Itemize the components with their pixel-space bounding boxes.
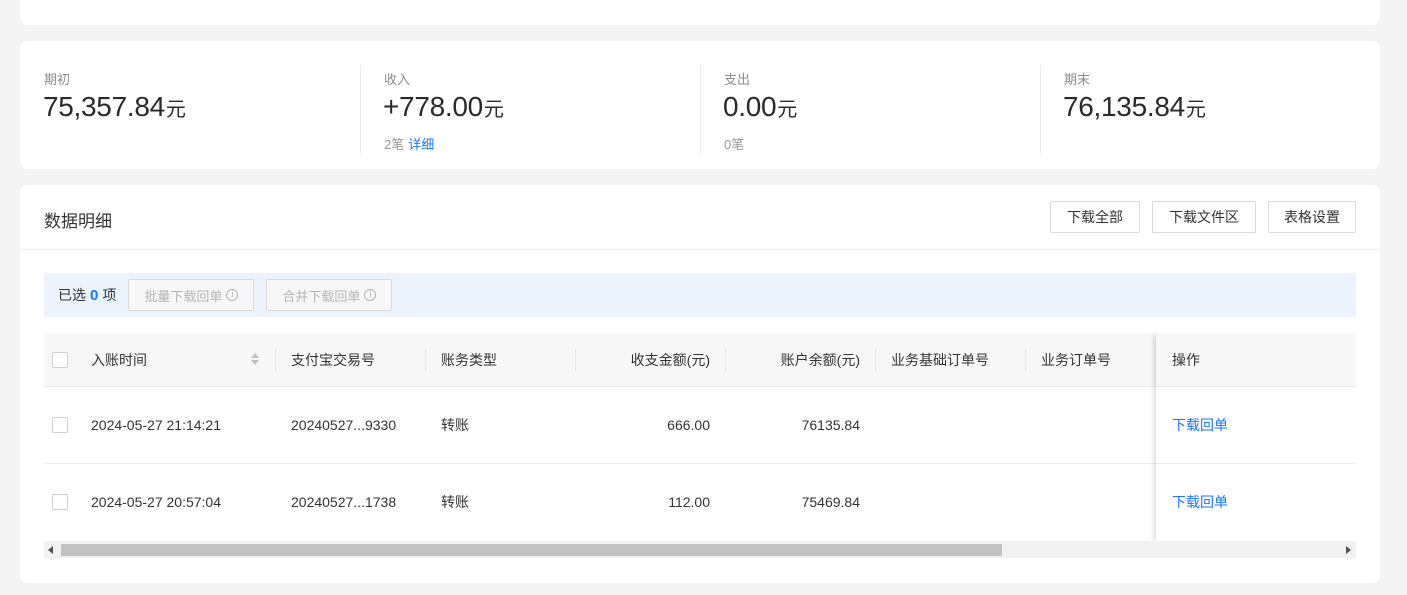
stat-value: 0.00 [723, 91, 777, 122]
action-cell: 下载回单 [1156, 464, 1356, 543]
stat-income: 收入 +778.00元 2笔 详细 [360, 41, 700, 169]
divider [1040, 65, 1041, 154]
selection-count: 0 [90, 286, 99, 304]
cell-balance: 76135.84 [801, 417, 860, 433]
stat-label: 收入 [384, 72, 411, 87]
column-separator[interactable] [875, 349, 876, 371]
detail-title: 数据明细 [44, 212, 112, 231]
merge-download-button[interactable]: 合并下载回单 i [266, 279, 393, 311]
column-header-trade-no: 支付宝交易号 [291, 352, 375, 368]
info-icon: i [226, 289, 239, 301]
batch-download-label: 批量下载回单 [144, 288, 223, 304]
scroll-right-icon[interactable] [1346, 546, 1351, 554]
stat-label: 支出 [724, 72, 751, 87]
transactions-table: 入账时间 支付宝交易号 账务类型 收支金额(元) 账户余额(元) 业务基础订单号… [44, 333, 1356, 543]
selection-bar: 已选 0 项 批量下载回单 i 合并下载回单 i [44, 273, 1356, 317]
summary-card: 期初 75,357.84元 收入 +778.00元 2笔 详细 支出 0.00元 … [20, 41, 1380, 169]
cell-trade-no: 20240527...1738 [291, 494, 397, 510]
top-card [20, 0, 1380, 25]
stat-value: 76,135.84 [1063, 91, 1185, 122]
row-checkbox[interactable] [52, 494, 68, 510]
download-area-button[interactable]: 下载文件区 [1152, 201, 1256, 233]
cell-amount: 112.00 [668, 494, 710, 510]
cell-time: 2024-05-27 21:14:21 [91, 417, 221, 433]
stat-count: 0笔 [724, 137, 745, 152]
download-receipt-link[interactable]: 下载回单 [1172, 494, 1228, 510]
info-icon: i [364, 289, 377, 301]
column-header-balance: 账户余额(元) [780, 352, 860, 368]
column-header-type: 账务类型 [441, 352, 497, 368]
stat-value: +778.00 [383, 91, 483, 122]
cell-trade-no: 20240527...9330 [291, 417, 397, 433]
cell-type: 转账 [441, 417, 469, 433]
horizontal-scrollbar[interactable] [44, 541, 1356, 558]
divider [20, 249, 1380, 250]
action-column: 操作 下载回单 下载回单 [1156, 333, 1356, 543]
column-separator[interactable] [425, 349, 426, 371]
stat-opening: 期初 75,357.84元 [20, 41, 360, 169]
cell-balance: 75469.84 [801, 494, 860, 510]
stat-unit: 元 [165, 99, 186, 121]
batch-download-button[interactable]: 批量下载回单 i [128, 279, 255, 311]
column-header-amount: 收支金额(元) [630, 352, 710, 368]
action-cell: 下载回单 [1156, 387, 1356, 464]
table-settings-button[interactable]: 表格设置 [1268, 201, 1356, 233]
stat-label: 期初 [44, 72, 71, 87]
column-header-time: 入账时间 [91, 352, 147, 368]
cell-type: 转账 [441, 494, 469, 510]
selection-suffix: 项 [102, 287, 117, 303]
download-receipt-link[interactable]: 下载回单 [1172, 417, 1228, 433]
select-all-checkbox[interactable] [52, 352, 68, 368]
scrollbar-thumb[interactable] [61, 544, 1002, 556]
income-detail-link[interactable]: 详细 [408, 137, 434, 152]
stat-unit: 元 [1185, 99, 1206, 121]
stat-count: 2笔 [384, 137, 405, 152]
cell-amount: 666.00 [667, 417, 710, 433]
divider [700, 65, 701, 154]
stat-unit: 元 [483, 99, 504, 121]
row-checkbox[interactable] [52, 417, 68, 433]
stat-expense: 支出 0.00元 0笔 [700, 41, 1040, 169]
stat-label: 期末 [1064, 72, 1091, 87]
merge-download-label: 合并下载回单 [282, 288, 361, 304]
column-header-base-order: 业务基础订单号 [891, 352, 989, 368]
scroll-left-icon[interactable] [48, 546, 53, 554]
column-header-order: 业务订单号 [1041, 352, 1111, 368]
column-separator[interactable] [1025, 349, 1026, 371]
stat-closing: 期末 76,135.84元 [1040, 41, 1380, 169]
detail-card: 数据明细 下载全部 下载文件区 表格设置 已选 0 项 批量下载回单 i 合并下… [20, 185, 1380, 583]
divider [360, 65, 361, 154]
cell-time: 2024-05-27 20:57:04 [91, 494, 221, 510]
download-all-button[interactable]: 下载全部 [1050, 201, 1140, 233]
column-header-action: 操作 [1156, 333, 1356, 387]
column-separator[interactable] [275, 349, 276, 371]
selection-prefix: 已选 [58, 287, 86, 303]
stat-value: 75,357.84 [43, 91, 165, 122]
sort-icon[interactable] [250, 353, 260, 367]
stat-unit: 元 [777, 99, 798, 121]
